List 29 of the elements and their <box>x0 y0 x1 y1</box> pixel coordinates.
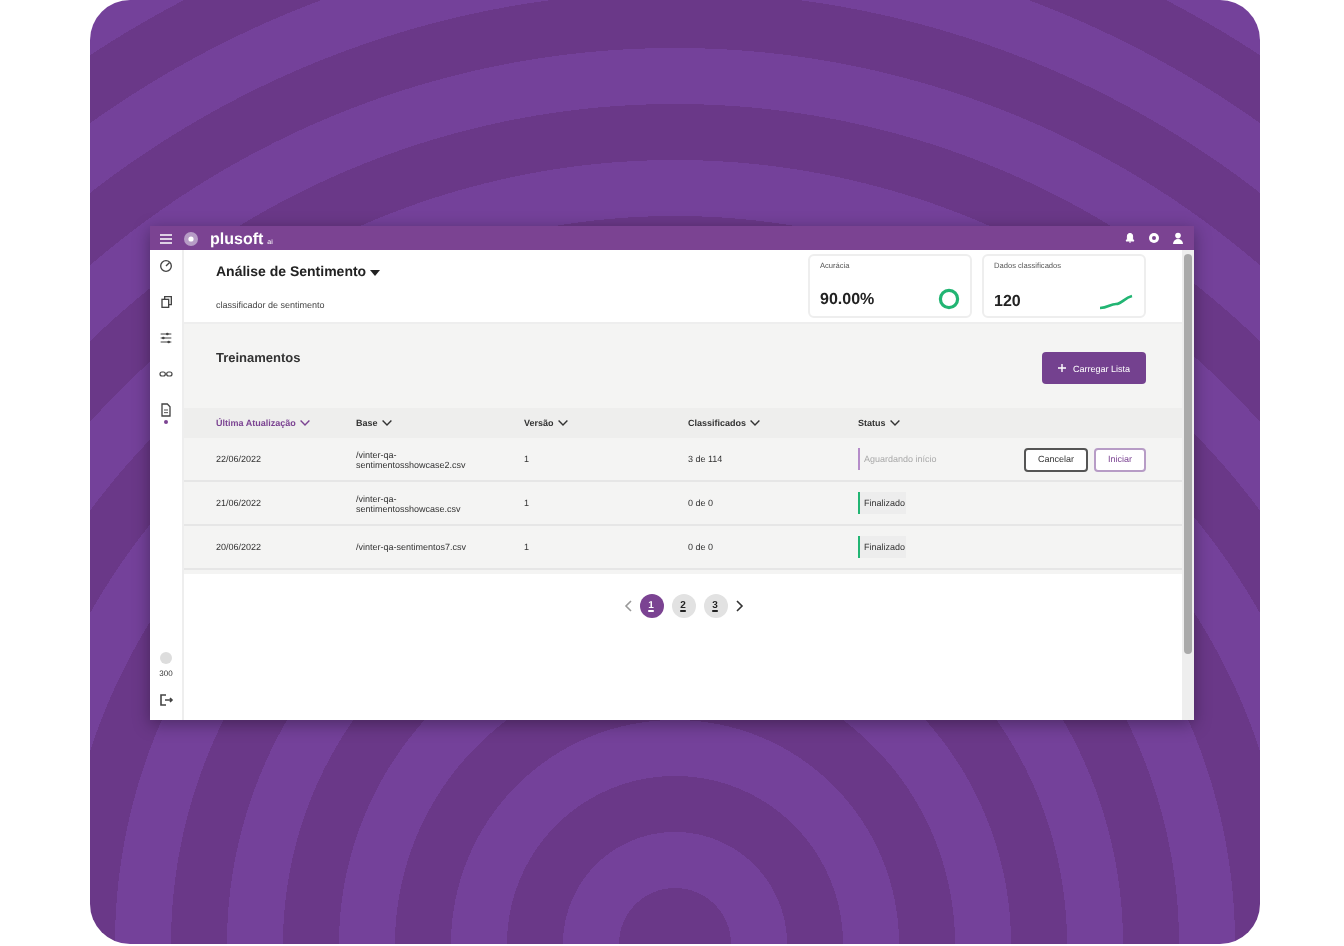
logout-icon[interactable] <box>158 692 174 708</box>
chevron-down-icon <box>889 420 900 426</box>
link-icon <box>158 366 174 382</box>
chevron-left-icon[interactable] <box>623 600 631 612</box>
metric-value: 120 <box>994 292 1021 310</box>
scrollbar[interactable] <box>1182 250 1194 720</box>
brand-name: plusoft <box>210 229 264 247</box>
metric-value: 90.00% <box>820 290 875 308</box>
files-icon <box>158 294 174 310</box>
ring-chart-icon <box>938 288 960 310</box>
sidebar-item[interactable] <box>158 402 174 424</box>
gauge-icon <box>158 258 174 274</box>
chevron-down-icon <box>299 420 310 426</box>
logo-icon <box>184 231 198 245</box>
menu-icon[interactable] <box>160 233 172 243</box>
scrollbar-thumb[interactable] <box>1184 254 1192 654</box>
credits-icon <box>160 652 172 664</box>
trend-line-icon <box>1098 293 1134 309</box>
document-icon <box>158 402 174 418</box>
sliders-icon <box>158 330 174 346</box>
chevron-down-icon <box>557 420 568 426</box>
chevron-down-icon <box>750 420 761 426</box>
chevron-right-icon[interactable] <box>735 600 743 612</box>
user-icon[interactable] <box>1172 232 1184 244</box>
caret-icon[interactable] <box>370 270 381 276</box>
settings-icon[interactable] <box>1148 232 1160 244</box>
bell-icon[interactable] <box>1124 232 1136 244</box>
chevron-down-icon <box>381 420 392 426</box>
plus-icon <box>1058 364 1067 372</box>
